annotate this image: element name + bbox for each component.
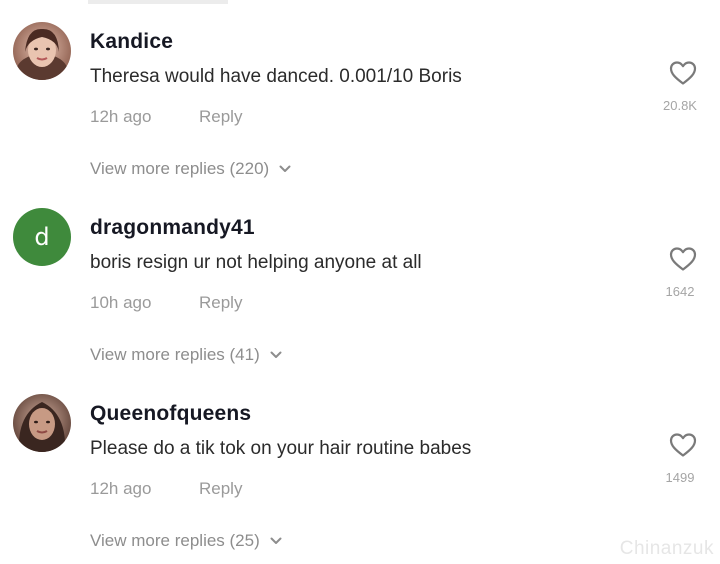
comment-item: d dragonmandy41 boris resign ur not help… [0,186,720,372]
heart-outline-icon [669,247,697,271]
chevron-down-icon [270,537,282,545]
avatar-photo-icon [13,22,71,80]
comment-text: Theresa would have danced. 0.001/10 Bori… [90,66,462,87]
view-more-replies-button[interactable]: View more replies (25) [90,531,282,551]
comment-username[interactable]: Queenofqueens [90,402,251,426]
watermark: Chinanzuk [619,538,714,559]
heart-outline-icon [669,433,697,457]
comment-item: Kandice Theresa would have danced. 0.001… [0,0,720,186]
comment-text: Please do a tik tok on your hair routine… [90,438,472,459]
like-count: 20.8K [663,98,697,113]
comment-text: boris resign ur not helping anyone at al… [90,252,422,273]
avatar[interactable]: d [13,208,71,266]
like-button[interactable] [669,432,697,458]
comment-timestamp: 12h ago [90,107,152,126]
reply-button[interactable]: Reply [199,293,242,313]
reply-button[interactable]: Reply [199,479,242,499]
like-count: 1499 [665,470,695,485]
comment-username[interactable]: Kandice [90,30,173,54]
view-more-replies-button[interactable]: View more replies (220) [90,159,291,179]
avatar-photo-icon [13,394,71,452]
avatar[interactable] [13,394,71,452]
view-more-replies-label: View more replies (41) [90,345,260,364]
avatar[interactable] [13,22,71,80]
chevron-down-icon [270,351,282,359]
like-button[interactable] [669,60,697,86]
like-count: 1642 [665,284,695,299]
comment-username[interactable]: dragonmandy41 [90,216,255,240]
like-button[interactable] [669,246,697,272]
heart-outline-icon [669,61,697,85]
reply-button[interactable]: Reply [199,107,242,127]
view-more-replies-label: View more replies (25) [90,531,260,550]
comment-timestamp: 12h ago [90,479,152,498]
avatar-letter: d [34,223,50,251]
comment-timestamp: 10h ago [90,293,152,312]
chevron-down-icon [279,165,291,173]
view-more-replies-label: View more replies (220) [90,159,270,178]
comment-item: Queenofqueens Please do a tik tok on you… [0,372,720,558]
view-more-replies-button[interactable]: View more replies (41) [90,345,282,365]
